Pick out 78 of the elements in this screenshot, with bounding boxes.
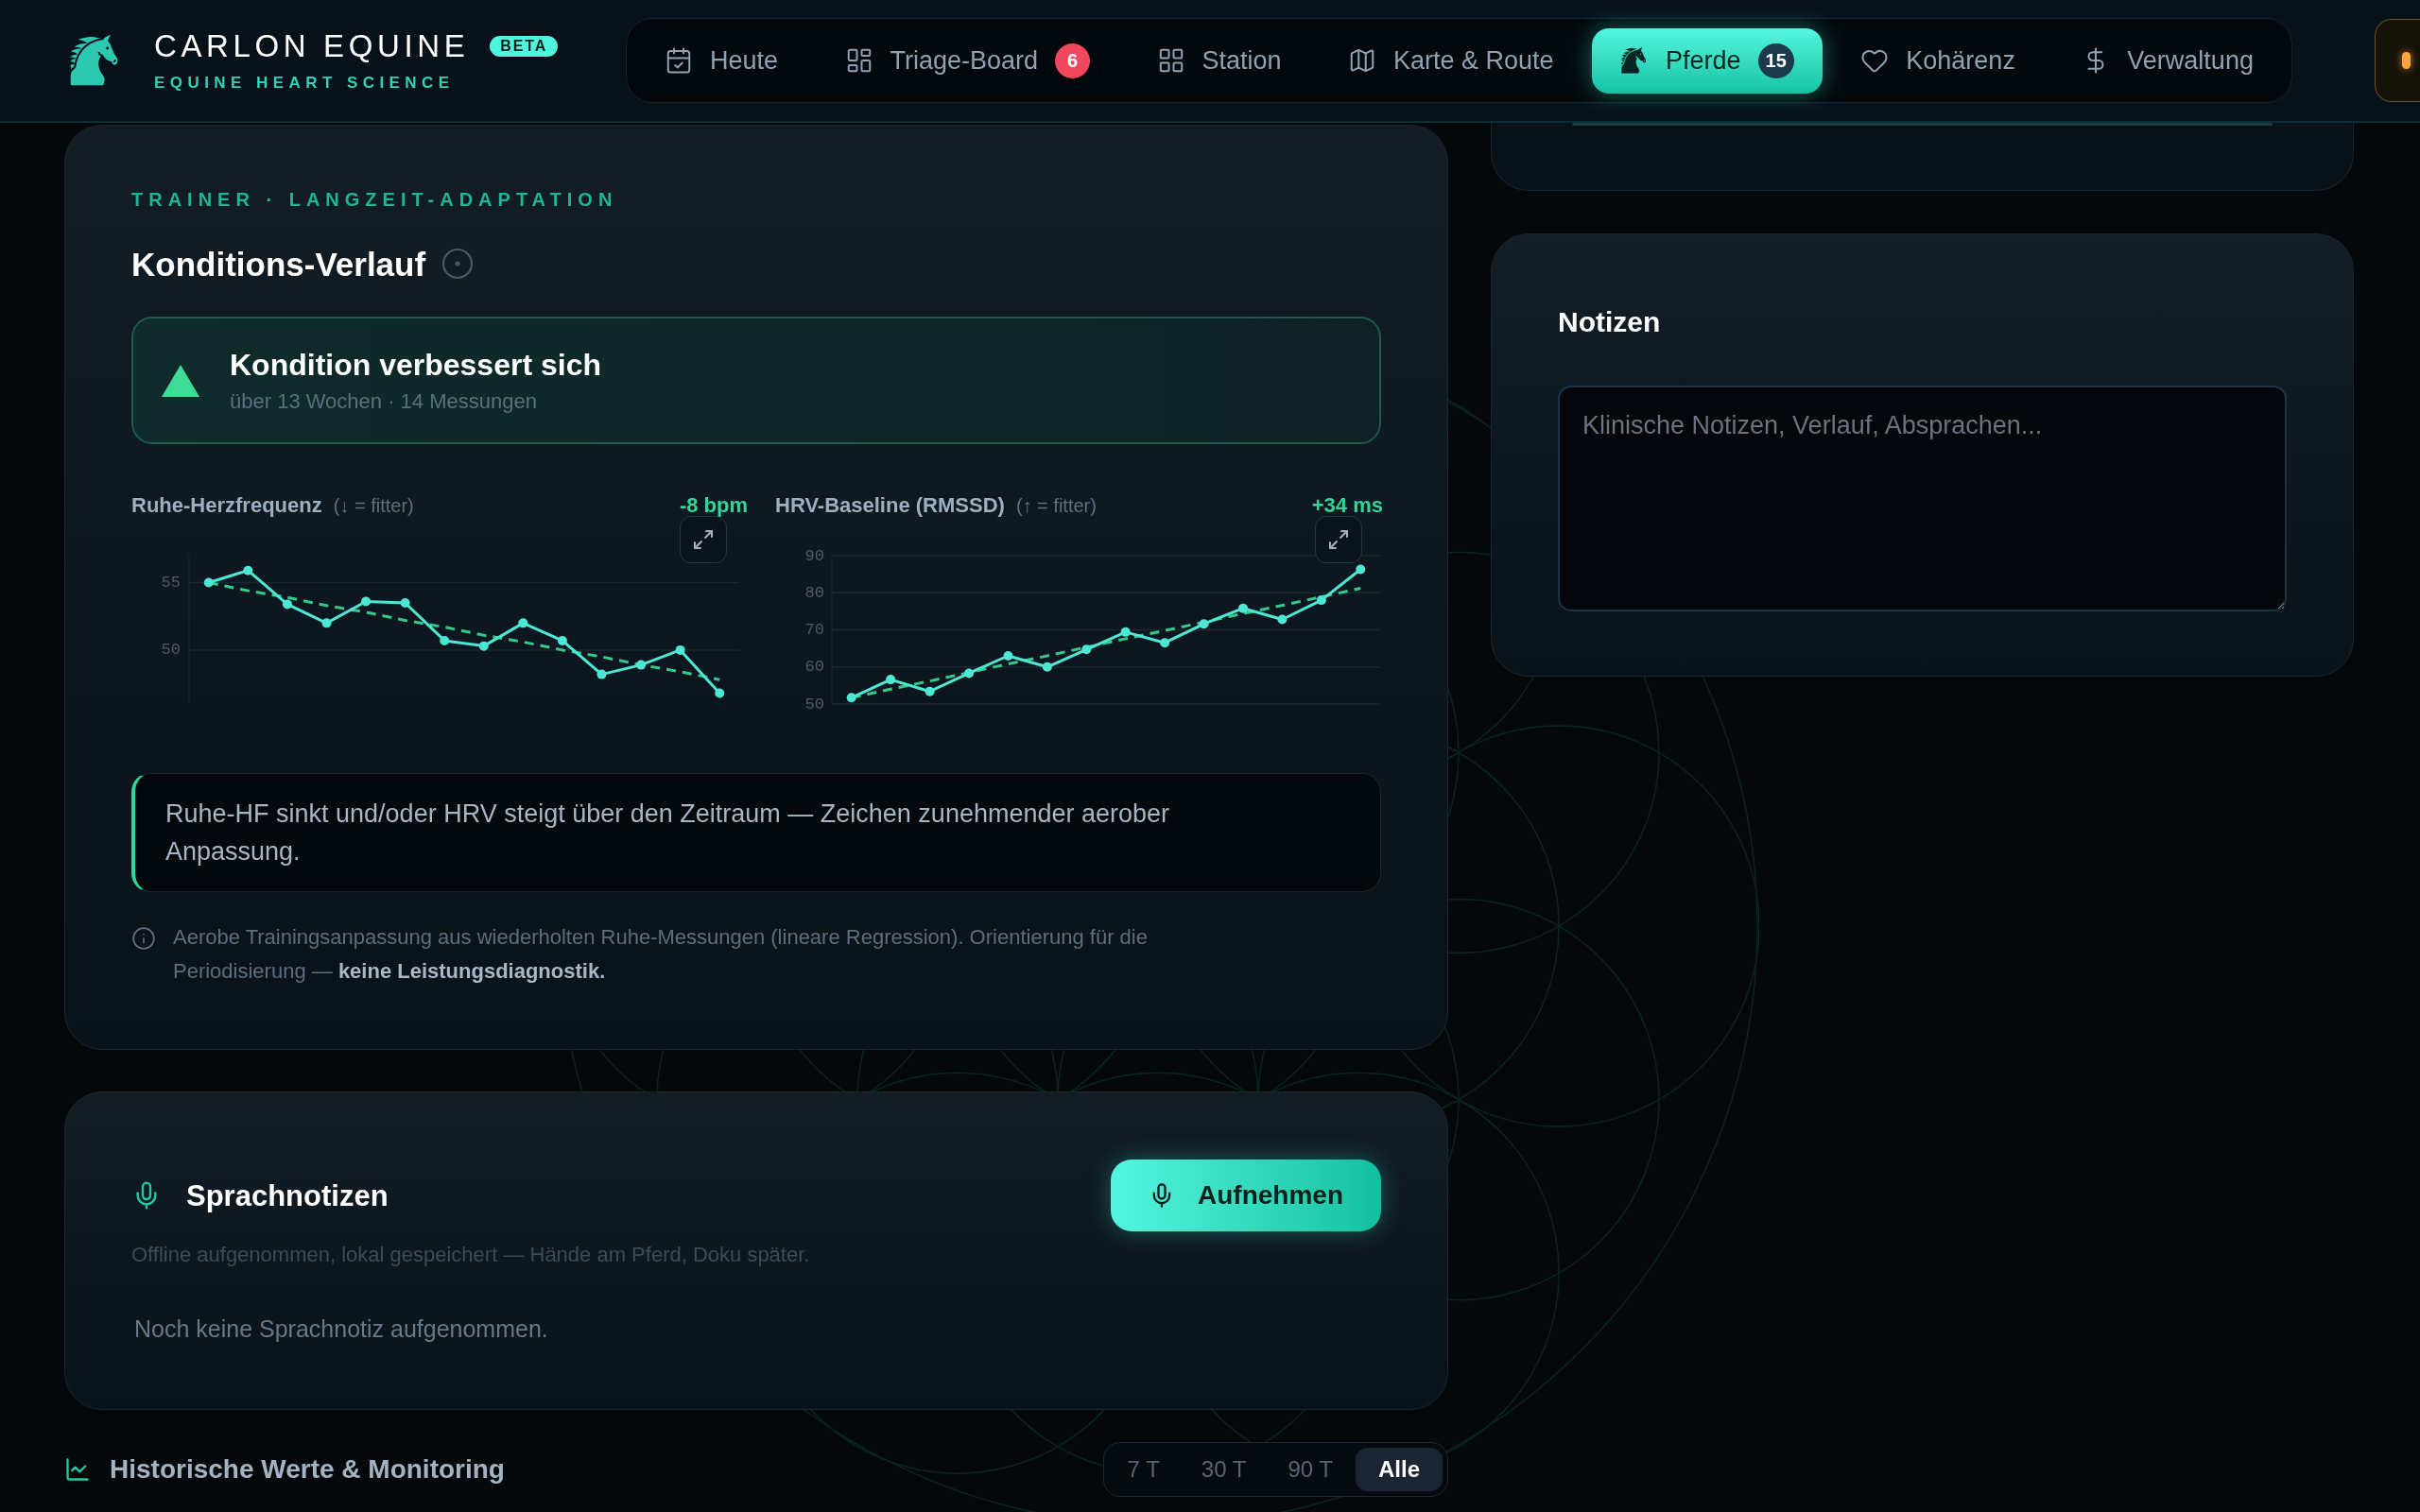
axis-tick-label: 80 [804,583,824,602]
card-title: Sprachnotizen [186,1180,389,1211]
brand-tagline: EQUINE HEART SCIENCE [154,75,456,91]
chart-hint: (↓ = fitter) [333,494,414,518]
data-point [1316,595,1326,606]
nav-tab[interactable]: Karte & Route [1320,27,1582,94]
notes-textarea[interactable]: Klinische Notizen, Verlauf, Absprachen... [1558,386,2287,611]
beta-badge: BETA [490,35,559,57]
info-icon [441,247,475,281]
info-icon [131,926,156,951]
data-point [1120,627,1131,637]
brand-name: CARLON EQUINE [154,30,470,61]
map-icon [1348,46,1376,75]
nav-tab[interactable]: Verwaltung [2053,27,2282,94]
status-title: Kondition verbessert sich [230,346,601,383]
data-point [478,641,489,651]
nav-tab[interactable]: Heute [636,27,807,94]
section-eyebrow: TRAINER · LANGZEIT-ADAPTATION [131,190,619,209]
empty-state-text: Noch keine Sprachnotiz aufgenommen. [133,1314,549,1343]
nav-tab[interactable]: Kohärenz [1832,27,2044,94]
card-title: Konditions-Verlauf [131,247,426,281]
data-point [846,693,856,703]
expand-icon [1327,528,1350,551]
delta-value: -8 bpm [679,492,748,519]
nav-tab[interactable]: Pferde 15 [1592,27,1823,94]
calendar-check-icon [665,46,693,75]
delta-value: +34 ms [1311,492,1383,519]
data-point [964,668,974,679]
axis-tick-label: 90 [804,546,824,565]
data-point [596,669,607,679]
data-point [282,599,292,610]
count-badge: 15 [1757,43,1794,78]
card-subtitle: Offline aufgenommen, lokal gespeichert — Hände am Pferd, Doku später. [131,1243,810,1267]
data-point [636,660,647,670]
data-point [886,675,896,685]
data-point [925,686,935,696]
data-point [715,688,725,698]
status-subtitle: über 13 Wochen · 14 Messungen [230,387,538,415]
axis-tick-label: 50 [804,695,824,713]
status-button[interactable] [2375,19,2420,102]
data-point [1238,603,1248,613]
expand-button[interactable] [1315,516,1362,563]
data-point [321,618,332,628]
card-title: Notizen [1558,306,1662,338]
data-point [243,565,253,576]
section-title: Historische Werte & Monitoring [110,1453,505,1486]
data-point [675,644,685,655]
data-point [203,577,214,588]
chart-title: Ruhe-Herzfrequenz [131,492,322,519]
expand-button[interactable] [680,516,727,563]
expand-icon [692,528,715,551]
data-point [361,596,372,607]
chart-hint: (↑ = fitter) [1015,494,1097,518]
horse-head-icon [1620,46,1650,75]
data-point [1081,644,1092,655]
footnote-text: Aerobe Trainingsanpassung aus wiederholten Ruhe-Messungen (lineare Regression). Orientierung für die Periodisierung — keine Leistungsdiagnostik. [173,924,1149,985]
nav-tab[interactable]: Station [1128,27,1310,94]
count-badge: 6 [1055,43,1091,78]
data-point [1277,614,1288,625]
summary-text: Ruhe-HF sinkt und/oder HRV steigt über den Zeitraum — Zeichen zunehmender aerober Anpassung. [165,799,1171,868]
range-tab[interactable]: Alle [1356,1448,1443,1491]
line-chart-icon [64,1456,91,1483]
data-point [1199,619,1209,629]
axis-tick-label: 50 [161,641,181,660]
data-point [1356,564,1366,575]
record-button[interactable]: Aufnehmen [1111,1160,1381,1231]
nav-tab[interactable]: Triage-Board 6 [816,27,1119,94]
data-point [518,618,528,628]
data-point [440,635,450,645]
chart-title: HRV-Baseline (RMSSD) [775,492,1005,519]
data-point [400,597,410,608]
data-point [1160,638,1170,648]
data-point [1003,651,1013,661]
axis-tick-label: 60 [804,658,824,677]
data-point [1042,662,1052,672]
axis-tick-label: 70 [804,621,824,639]
axis-tick-label: 55 [161,574,181,593]
data-point [557,635,567,645]
